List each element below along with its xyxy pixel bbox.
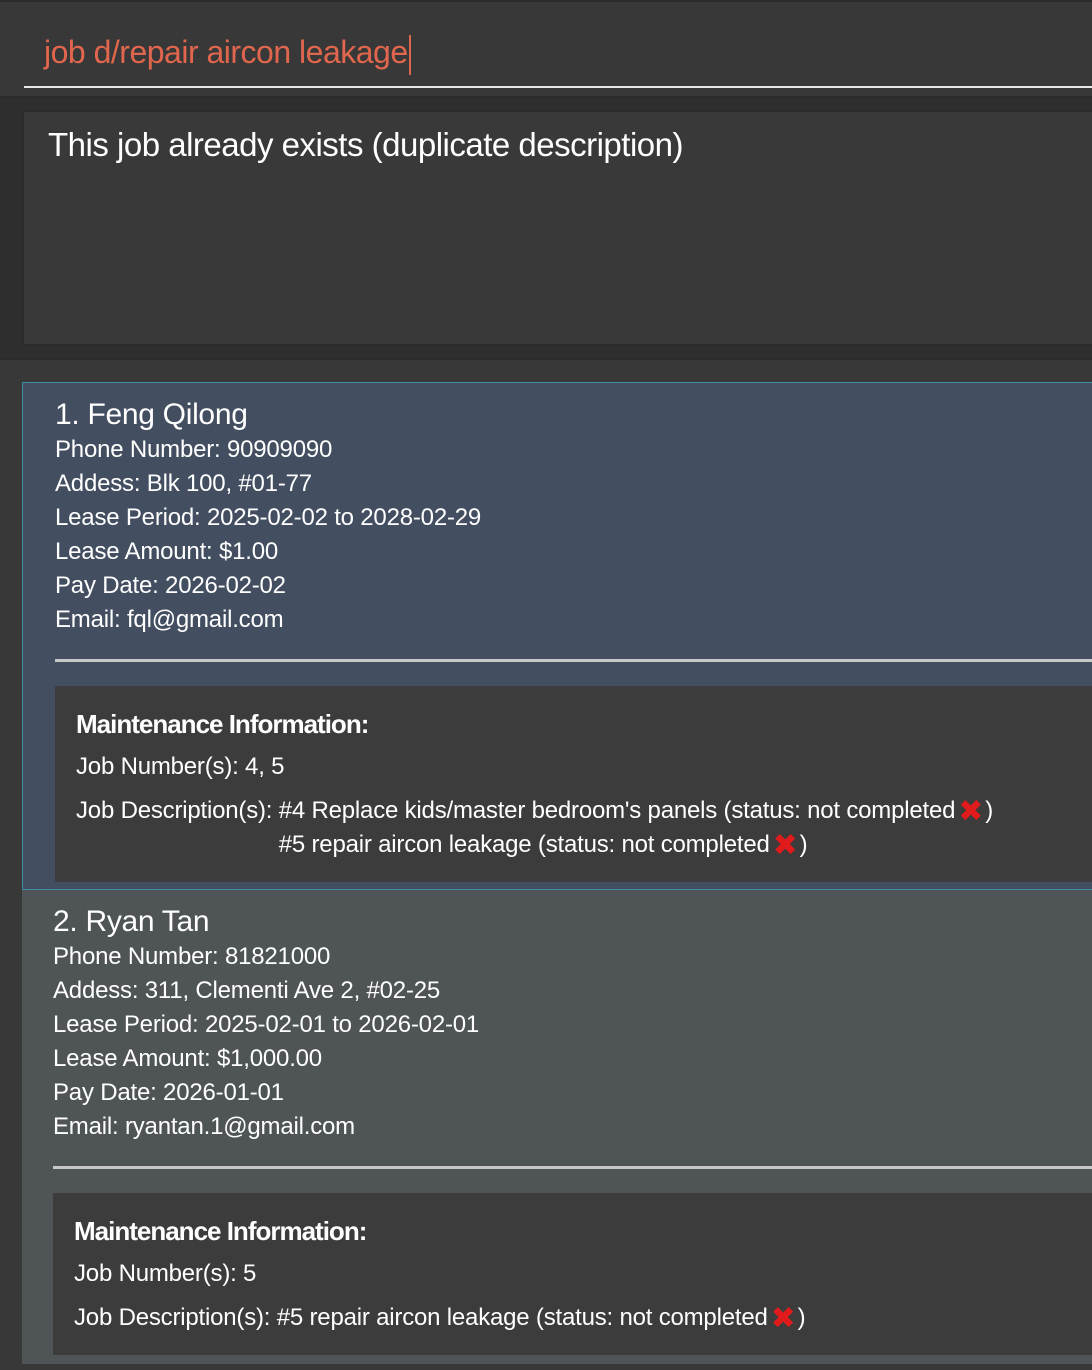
tenant-name: 1. Feng Qilong [55,398,248,431]
maintenance-title: Maintenance Information: [76,709,369,739]
tenant-lease-period: Lease Period: 2025-02-01 to 2026-02-01 [53,1011,480,1038]
tenant-card-selected[interactable]: 1. Feng Qilong Phone Number: 90909090 Ad… [22,382,1092,890]
tenant-email: Email: fql@gmail.com [55,606,284,633]
result-message: This job already exists (duplicate descr… [48,126,683,163]
tenant-lease-period: Lease Period: 2025-02-02 to 2028-02-29 [55,504,482,531]
cross-mark-icon: ✖ [772,828,798,862]
job-description-item: #5 repair aircon leakage (status: not co… [279,828,993,862]
job-description-item: #4 Replace kids/master bedroom's panels … [279,794,993,828]
job-description-text: #5 repair aircon leakage (status: not co… [278,831,770,858]
tenant-address: Addess: Blk 100, #01-77 [55,470,312,497]
tenant-pay-date: Pay Date: 2026-01-01 [53,1079,284,1106]
job-description-close: ) [985,797,994,824]
command-input[interactable]: job d/repair aircon leakage [24,16,1092,88]
job-description-text: #4 Replace kids/master bedroom's panels … [278,797,956,824]
job-description-item: #5 repair aircon leakage (status: not co… [277,1301,806,1335]
text-cursor [408,34,411,75]
tenant-card[interactable]: 2. Ryan Tan Phone Number: 81821000 Addes… [22,890,1092,1364]
job-descriptions-label: Job Description(s): [74,1304,277,1331]
job-descriptions: Job Description(s): #4 Replace kids/mast… [76,794,1092,862]
tenant-list[interactable]: 1. Feng Qilong Phone Number: 90909090 Ad… [0,358,1092,1370]
tenant-phone: Phone Number: 90909090 [55,436,333,463]
job-descriptions: Job Description(s): #5 repair aircon lea… [74,1301,1092,1335]
cross-mark-icon: ✖ [770,1301,796,1335]
card-divider [53,1166,1092,1169]
job-numbers: Job Number(s): 5 [74,1260,257,1287]
tenant-phone: Phone Number: 81821000 [53,943,331,970]
maintenance-title: Maintenance Information: [74,1216,367,1246]
tenant-address: Addess: 311, Clementi Ave 2, #02-25 [53,977,441,1004]
card-divider [55,659,1092,662]
tenant-pay-date: Pay Date: 2026-02-02 [55,572,286,599]
tenant-lease-amount: Lease Amount: $1.00 [55,538,279,565]
tenant-email: Email: ryantan.1@gmail.com [53,1113,355,1140]
result-display-area: This job already exists (duplicate descr… [0,98,1092,358]
job-numbers: Job Number(s): 4, 5 [76,753,285,780]
tenant-lease-amount: Lease Amount: $1,000.00 [53,1045,322,1072]
tenant-name: 2. Ryan Tan [53,905,210,938]
result-display: This job already exists (duplicate descr… [22,110,1092,346]
job-description-close: ) [797,1304,806,1331]
maintenance-panel: Maintenance Information: Job Number(s): … [55,686,1092,882]
maintenance-panel: Maintenance Information: Job Number(s): … [53,1193,1092,1355]
job-descriptions-label: Job Description(s): [76,797,279,824]
command-text: job d/repair aircon leakage [44,34,408,70]
job-description-text: #5 repair aircon leakage (status: not co… [276,1304,768,1331]
command-box-area: job d/repair aircon leakage [0,0,1092,98]
job-description-close: ) [799,831,808,858]
cross-mark-icon: ✖ [958,794,984,828]
